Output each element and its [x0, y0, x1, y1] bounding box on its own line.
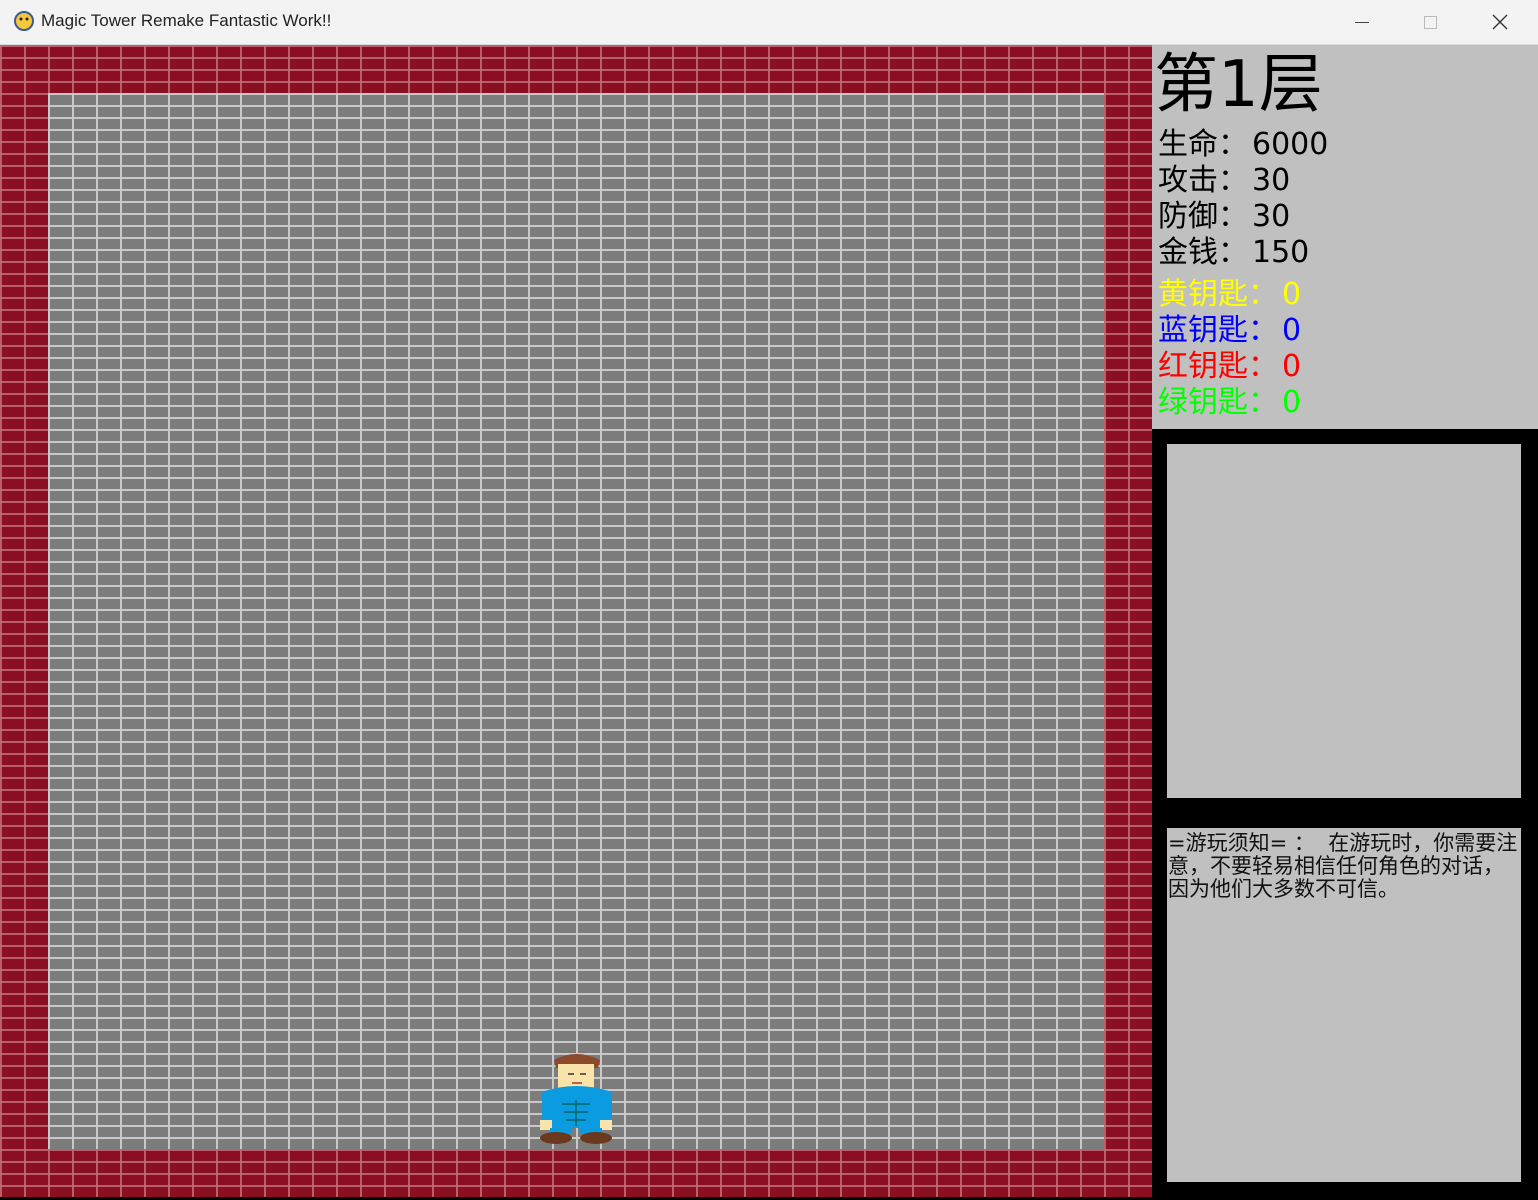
- stat-attack: 攻击： 30: [1158, 163, 1290, 199]
- stat-hp: 生命： 6000: [1158, 127, 1328, 163]
- floor-label: 第1层: [1154, 48, 1323, 122]
- maximize-icon: [1423, 15, 1437, 29]
- window-title: Magic Tower Remake Fantastic Work!!: [41, 11, 332, 30]
- message-panel: =游玩须知= ： 在游玩时，你需要注意，不要轻易相信任何角色的对话，因为他们大多…: [1167, 828, 1521, 1182]
- stat-value: 30: [1252, 199, 1291, 234]
- key-label: 绿钥匙：: [1158, 385, 1278, 420]
- stat-label: 生命：: [1158, 127, 1248, 162]
- floor-area: [48, 93, 1104, 1149]
- stat-defense: 防御： 30: [1158, 199, 1290, 235]
- key-blue: 蓝钥匙： 0: [1158, 313, 1301, 349]
- window-titlebar: Magic Tower Remake Fantastic Work!!: [0, 0, 1538, 45]
- stat-label: 金钱：: [1158, 235, 1248, 270]
- close-icon: [1492, 14, 1508, 30]
- key-label: 蓝钥匙：: [1158, 313, 1278, 348]
- message-text: =游玩须知= ： 在游玩时，你需要注意，不要轻易相信任何角色的对话，因为他们大多…: [1168, 831, 1518, 901]
- key-count: 0: [1282, 349, 1302, 384]
- stat-value: 150: [1252, 235, 1310, 270]
- stat-label: 攻击：: [1158, 163, 1248, 198]
- minimize-icon: [1355, 21, 1369, 23]
- game-map[interactable]: [0, 45, 1152, 1197]
- maximize-button[interactable]: [1396, 0, 1464, 44]
- stat-gold: 金钱： 150: [1158, 235, 1309, 271]
- pygame-snake-icon: [14, 11, 34, 31]
- key-count: 0: [1282, 313, 1302, 348]
- key-green: 绿钥匙： 0: [1158, 385, 1301, 421]
- stat-value: 30: [1252, 163, 1291, 198]
- stat-value: 6000: [1252, 127, 1329, 162]
- key-yellow: 黄钥匙： 0: [1158, 277, 1301, 313]
- item-display-panel: [1167, 444, 1521, 798]
- stat-label: 防御：: [1158, 199, 1248, 234]
- hero-sprite: [540, 1054, 612, 1144]
- key-count: 0: [1282, 385, 1302, 420]
- key-label: 红钥匙：: [1158, 349, 1278, 384]
- key-count: 0: [1282, 277, 1302, 312]
- close-button[interactable]: [1466, 0, 1534, 44]
- key-label: 黄钥匙：: [1158, 277, 1278, 312]
- status-panel: 第1层 生命： 6000 攻击： 30 防御： 30 金钱： 150 黄钥匙： 0 蓝钥匙…: [1152, 45, 1538, 429]
- key-red: 红钥匙： 0: [1158, 349, 1301, 385]
- minimize-button[interactable]: [1328, 0, 1396, 44]
